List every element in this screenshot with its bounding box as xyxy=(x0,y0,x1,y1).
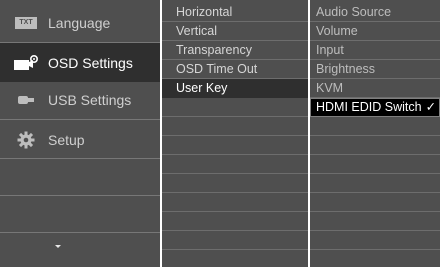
sub-item-horizontal[interactable]: Horizontal xyxy=(162,3,308,22)
option-empty xyxy=(310,174,440,193)
osd-menu: TXT Language OSD Settings USB Settings S… xyxy=(0,0,440,267)
sub-item-empty xyxy=(162,117,308,136)
sub-item-empty xyxy=(162,193,308,212)
option-empty xyxy=(310,136,440,155)
sub-item-vertical[interactable]: Vertical xyxy=(162,22,308,41)
main-item-setup[interactable]: Setup xyxy=(0,120,160,159)
sub-item-empty xyxy=(162,136,308,155)
language-icon: TXT xyxy=(12,13,40,33)
option-hdmi-edid-switch[interactable]: HDMI EDID Switch ✓ xyxy=(310,98,440,117)
osd-settings-icon xyxy=(12,53,40,73)
sub-item-empty xyxy=(162,155,308,174)
option-input[interactable]: Input xyxy=(310,41,440,60)
main-item-label: USB Settings xyxy=(48,91,132,108)
option-empty xyxy=(310,231,440,250)
option-audio-source[interactable]: Audio Source xyxy=(310,3,440,22)
chevron-down-icon[interactable] xyxy=(55,245,61,248)
main-item-osd-settings[interactable]: OSD Settings xyxy=(0,43,160,82)
option-empty xyxy=(310,155,440,174)
sub-item-empty xyxy=(162,231,308,250)
check-icon: ✓ xyxy=(425,100,437,114)
option-label: HDMI EDID Switch xyxy=(316,100,422,114)
sub-item-empty xyxy=(162,174,308,193)
divider xyxy=(0,158,160,159)
usb-icon xyxy=(12,90,40,110)
option-list: Audio Source Volume Input Brightness KVM… xyxy=(310,0,440,267)
option-brightness[interactable]: Brightness xyxy=(310,60,440,79)
sub-item-empty xyxy=(162,98,308,117)
main-menu: TXT Language OSD Settings USB Settings S… xyxy=(0,0,160,267)
main-item-label: Setup xyxy=(48,131,85,148)
option-volume[interactable]: Volume xyxy=(310,22,440,41)
sub-menu: Horizontal Vertical Transparency OSD Tim… xyxy=(162,0,308,267)
sub-item-user-key[interactable]: User Key xyxy=(162,79,308,98)
main-item-language[interactable]: TXT Language xyxy=(0,3,160,42)
main-item-usb-settings[interactable]: USB Settings xyxy=(0,80,160,119)
main-item-label: Language xyxy=(48,14,111,31)
option-empty xyxy=(310,117,440,136)
option-kvm[interactable]: KVM xyxy=(310,79,440,98)
divider xyxy=(0,232,160,233)
option-empty xyxy=(310,193,440,212)
sub-item-empty xyxy=(162,212,308,231)
sub-item-transparency[interactable]: Transparency xyxy=(162,41,308,60)
main-item-label: OSD Settings xyxy=(48,54,133,71)
sub-item-osd-time-out[interactable]: OSD Time Out xyxy=(162,60,308,79)
option-empty xyxy=(310,212,440,231)
gear-icon xyxy=(12,130,40,150)
divider xyxy=(0,195,160,196)
